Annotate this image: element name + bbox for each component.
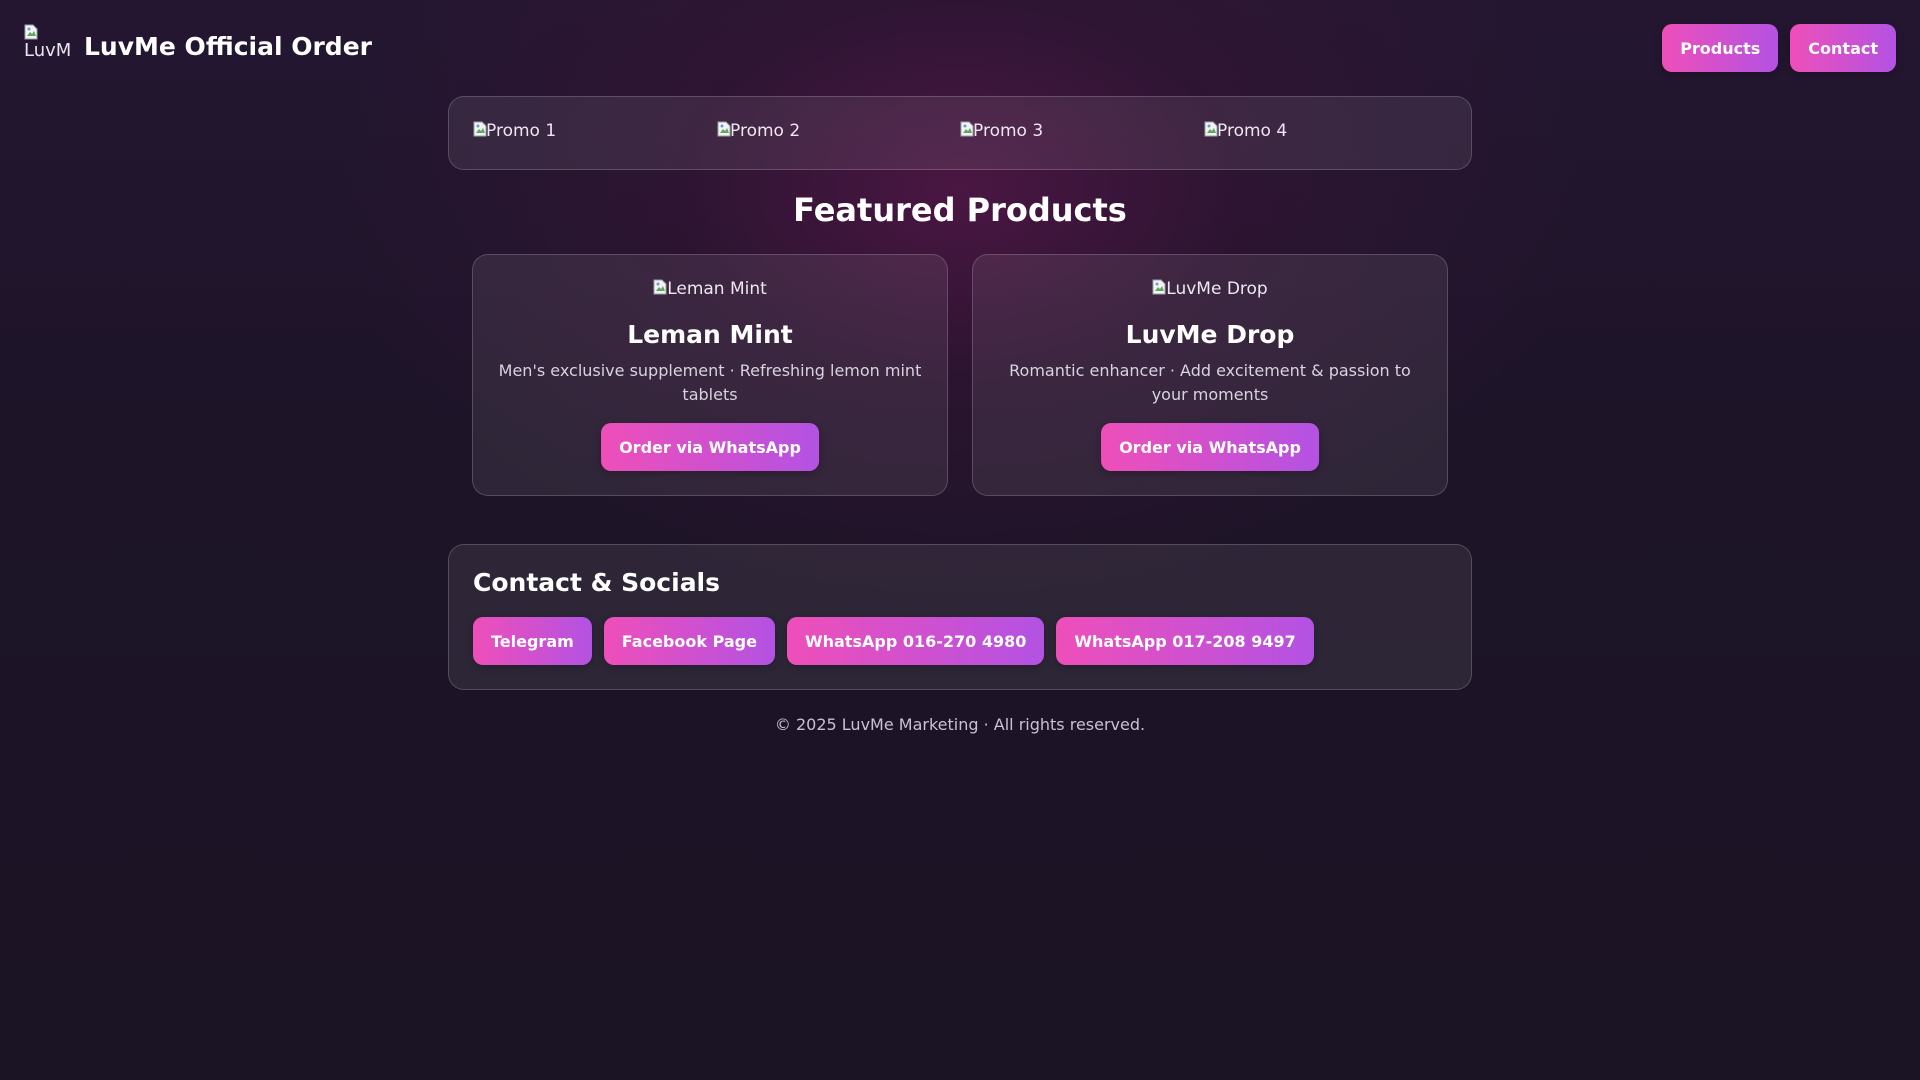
contact-section: Contact & Socials Telegram Facebook Page… xyxy=(448,544,1472,690)
product-image-alt-text: Leman Mint xyxy=(667,279,767,299)
promo-alt-text: Promo 1 xyxy=(486,121,557,141)
featured-products-heading: Featured Products xyxy=(793,191,1127,229)
promo-image-1[interactable]: Promo 1 xyxy=(473,121,556,141)
site-header: LuvMe LuvMe Official Order Products Cont… xyxy=(0,0,1920,95)
nav-products-button[interactable]: Products xyxy=(1662,24,1779,72)
whatsapp-1-button[interactable]: WhatsApp 016-270 4980 xyxy=(786,617,1045,665)
product-description: Romantic enhancer · Add excitement & pas… xyxy=(1009,361,1411,404)
footer-copyright: © 2025 LuvMe Marketing · All rights rese… xyxy=(774,715,1146,734)
social-links: Telegram Facebook Page WhatsApp 016-270 … xyxy=(473,617,1314,665)
product-description: Men's exclusive supplement · Refreshing … xyxy=(498,361,922,404)
promo-image-2[interactable]: Promo 2 xyxy=(717,121,800,141)
facebook-page-button[interactable]: Facebook Page xyxy=(603,617,775,665)
broken-image-icon xyxy=(1204,121,1218,137)
promo-image-4[interactable]: Promo 4 xyxy=(1204,121,1287,141)
product-image[interactable]: Leman Mint xyxy=(473,279,947,299)
broken-image-icon xyxy=(717,121,731,137)
product-card-luvme-drop: LuvMe Drop LuvMe Drop Romantic enhancer … xyxy=(972,254,1448,496)
logo-alt-text: LuvMe xyxy=(24,40,72,61)
broken-image-icon xyxy=(1152,279,1166,295)
telegram-button[interactable]: Telegram xyxy=(473,617,592,665)
nav-contact-button[interactable]: Contact xyxy=(1790,24,1896,72)
order-whatsapp-button[interactable]: Order via WhatsApp xyxy=(601,423,819,471)
promo-strip: Promo 1 Promo 2 Promo 3 Promo 4 xyxy=(448,96,1472,170)
promo-alt-text: Promo 2 xyxy=(730,121,801,141)
logo-image[interactable]: LuvMe xyxy=(24,24,72,72)
promo-image-3[interactable]: Promo 3 xyxy=(960,121,1043,141)
top-nav: Products Contact xyxy=(1662,24,1896,72)
product-name: Leman Mint xyxy=(627,320,793,349)
product-card-leman-mint: Leman Mint Leman Mint Men's exclusive su… xyxy=(472,254,948,496)
product-image-alt-text: LuvMe Drop xyxy=(1166,279,1268,299)
site-title: LuvMe Official Order xyxy=(84,32,372,61)
promo-alt-text: Promo 3 xyxy=(973,121,1044,141)
broken-image-icon xyxy=(960,121,974,137)
broken-image-icon xyxy=(24,24,38,40)
broken-image-icon xyxy=(473,121,487,137)
order-whatsapp-button[interactable]: Order via WhatsApp xyxy=(1101,423,1319,471)
broken-image-icon xyxy=(653,279,667,295)
promo-alt-text: Promo 4 xyxy=(1217,121,1288,141)
whatsapp-2-button[interactable]: WhatsApp 017-208 9497 xyxy=(1056,617,1314,665)
product-image[interactable]: LuvMe Drop xyxy=(973,279,1447,299)
product-name: LuvMe Drop xyxy=(1125,320,1295,349)
contact-heading: Contact & Socials xyxy=(473,568,721,597)
